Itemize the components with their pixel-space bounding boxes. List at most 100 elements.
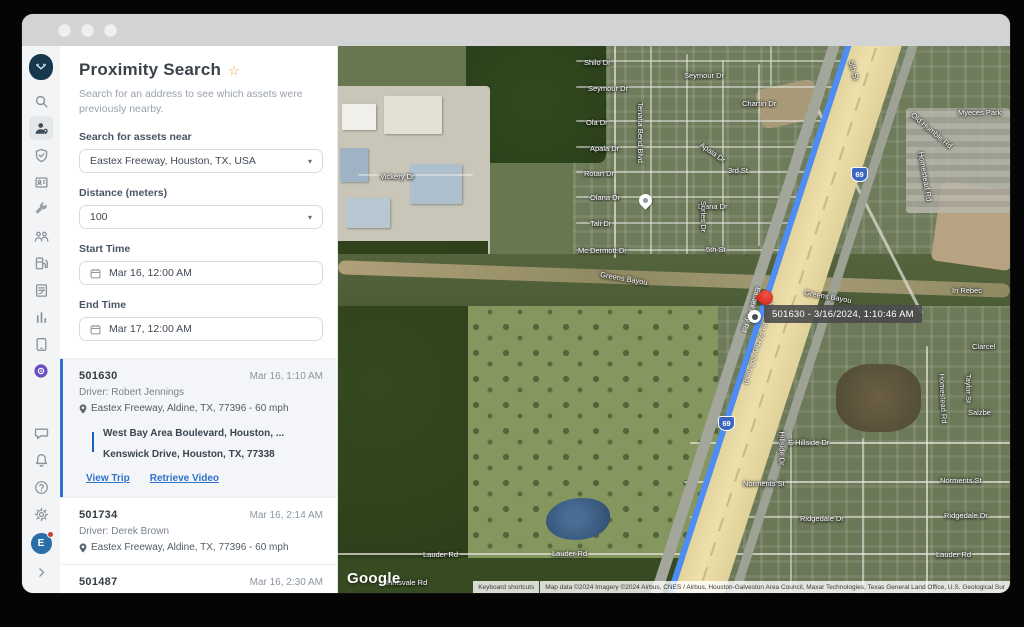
end-time-value: Mar 17, 12:00 AM bbox=[109, 323, 312, 335]
window-close-button[interactable] bbox=[58, 24, 71, 37]
map-road-label: E Hillside Dr bbox=[788, 438, 829, 447]
map-road-label: Tenaha Bend Blvd bbox=[636, 102, 645, 163]
favorite-star-icon[interactable]: ☆ bbox=[228, 63, 240, 79]
app-window: E Proximity Search ☆ Search for an addre… bbox=[22, 14, 1010, 593]
retrieve-video-link[interactable]: Retrieve Video bbox=[150, 473, 219, 484]
map-road-label: Myeces Park bbox=[958, 108, 1001, 117]
asset-address: Eastex Freeway, Aldine, TX, 77396 - 60 m… bbox=[91, 542, 289, 553]
assets-near-label: Search for assets near bbox=[79, 131, 323, 143]
sidebar-item-drivers-people-icon[interactable] bbox=[29, 224, 53, 248]
distance-value: 100 bbox=[90, 211, 302, 223]
result-item-501734[interactable]: 501734 Mar 16, 2:14 AM Driver: Derek Bro… bbox=[60, 497, 337, 564]
sidebar-item-proximity-search[interactable] bbox=[29, 116, 53, 140]
map-road-label: Olana Dr bbox=[590, 193, 620, 202]
map-road-label: Ridgedale Dr bbox=[800, 514, 844, 523]
map-road-label: Seymour Dr bbox=[588, 84, 628, 93]
asset-time: Mar 16, 2:30 AM bbox=[250, 577, 323, 588]
map-road-label: Apala Dr bbox=[590, 144, 619, 153]
asset-time: Mar 16, 1:10 AM bbox=[250, 371, 323, 382]
map-road-label: 3rd St bbox=[728, 166, 748, 175]
assets-near-select[interactable]: Eastex Freeway, Houston, TX, USA ▾ bbox=[79, 149, 323, 173]
window-titlebar[interactable] bbox=[22, 14, 1010, 46]
interstate-69-shield: 69 bbox=[718, 416, 735, 431]
help-question-icon[interactable] bbox=[29, 475, 53, 499]
map-road-label: In Rebec bbox=[952, 286, 982, 295]
window-minimize-button[interactable] bbox=[81, 24, 94, 37]
start-time-input[interactable]: Mar 16, 12:00 AM bbox=[79, 261, 323, 285]
notifications-bell-icon[interactable] bbox=[29, 448, 53, 472]
map-road-label: Tali Dr bbox=[590, 219, 611, 228]
window-maximize-button[interactable] bbox=[104, 24, 117, 37]
distance-select[interactable]: 100 ▾ bbox=[79, 205, 323, 229]
asset-id: 501630 bbox=[79, 370, 118, 382]
map-road-label: Norments St bbox=[940, 476, 982, 485]
map-road-label: Taylor St bbox=[964, 374, 973, 403]
map-road-label: Rotan Dr bbox=[584, 169, 614, 178]
collapse-chevron-right-icon[interactable] bbox=[29, 560, 53, 584]
trip-end-address: West Bay Area Boulevard, Houston, ... bbox=[103, 428, 284, 439]
map-cleared-field bbox=[836, 364, 921, 432]
result-item-501630[interactable]: 501630 Mar 16, 1:10 AM Driver: Robert Je… bbox=[60, 358, 337, 497]
search-icon[interactable] bbox=[29, 89, 53, 113]
map-road-label: Chartin Dr bbox=[742, 99, 776, 108]
asset-point-marker[interactable] bbox=[748, 310, 761, 323]
start-time-label: Start Time bbox=[79, 243, 323, 255]
asset-address: Eastex Freeway, Aldine, TX, 77396 - 60 m… bbox=[91, 403, 289, 414]
map-road-label: Surles Dr bbox=[699, 201, 708, 232]
search-results-list: 501630 Mar 16, 1:10 AM Driver: Robert Je… bbox=[60, 358, 337, 593]
chevron-down-icon: ▾ bbox=[308, 213, 312, 222]
sidebar-item-fuel-icon[interactable] bbox=[29, 251, 53, 275]
map-road-label: 5th St bbox=[706, 245, 726, 254]
sidebar-item-forms-document-icon[interactable] bbox=[29, 278, 53, 302]
map-industrial-area bbox=[338, 86, 490, 256]
app-logo-owl-icon[interactable] bbox=[29, 54, 53, 80]
sidebar-item-devices-tablet-icon[interactable] bbox=[29, 332, 53, 356]
satellite-map[interactable]: Interstate 69 Hwy (toll road) Eastex Fwy… bbox=[338, 46, 1010, 593]
trip-summary: B West Bay Area Boulevard, Houston, ... … bbox=[86, 423, 323, 465]
driver-name: Driver: Derek Brown bbox=[79, 526, 323, 537]
asset-id: 501487 bbox=[79, 576, 118, 588]
view-trip-link[interactable]: View Trip bbox=[86, 473, 130, 484]
proximity-search-panel: Proximity Search ☆ Search for an address… bbox=[60, 46, 338, 593]
sidebar-item-apps-purple-icon[interactable] bbox=[29, 359, 53, 383]
settings-gear-icon[interactable] bbox=[29, 502, 53, 526]
sidebar-item-reports-bar-chart-icon[interactable] bbox=[29, 305, 53, 329]
nav-sidebar: E bbox=[22, 46, 60, 593]
map-road-label: Lauder Rd bbox=[936, 550, 971, 559]
calendar-icon bbox=[90, 324, 101, 335]
trip-route-line bbox=[92, 432, 94, 452]
map-road-label: Clarcel bbox=[972, 342, 995, 351]
page-title: Proximity Search bbox=[79, 60, 221, 80]
user-avatar[interactable]: E bbox=[31, 533, 52, 554]
feedback-chat-icon[interactable] bbox=[29, 421, 53, 445]
avatar-initial: E bbox=[38, 538, 45, 549]
location-pin-icon bbox=[79, 543, 87, 553]
result-item-501487[interactable]: 501487 Mar 16, 2:30 AM Driver: Allen Irv… bbox=[60, 564, 337, 593]
map-road-label: Salzbe bbox=[968, 408, 991, 417]
page-description: Search for an address to see which asset… bbox=[79, 87, 309, 117]
driver-name: Driver: Robert Jennings bbox=[79, 387, 323, 398]
asset-time: Mar 16, 2:14 AM bbox=[250, 510, 323, 521]
sidebar-item-maintenance-wrench-icon[interactable] bbox=[29, 197, 53, 221]
location-pin-icon bbox=[79, 404, 87, 414]
keyboard-shortcuts-link[interactable]: Keyboard shortcuts bbox=[473, 581, 539, 593]
map-road-label: Shilo Dr bbox=[584, 58, 611, 67]
start-time-value: Mar 16, 12:00 AM bbox=[109, 267, 312, 279]
asset-tooltip: 501630 - 3/16/2024, 1:10:46 AM bbox=[764, 305, 922, 323]
map-road-label: Ola Dr bbox=[586, 118, 608, 127]
attribution-text: Map data ©2024 Imagery ©2024 Airbus, CNE… bbox=[540, 581, 1010, 593]
map-road-label: Mc Dermott Dr bbox=[578, 246, 627, 255]
interstate-69-shield: 69 bbox=[851, 167, 868, 182]
end-time-input[interactable]: Mar 17, 12:00 AM bbox=[79, 317, 323, 341]
map-road-label: Lauder Rd bbox=[423, 550, 458, 559]
map-road-label: Lauder Rd bbox=[552, 549, 587, 558]
map-road-label: Seymour Dr bbox=[684, 71, 724, 80]
calendar-icon bbox=[90, 268, 101, 279]
sidebar-item-safety-shield-icon[interactable] bbox=[29, 143, 53, 167]
end-time-label: End Time bbox=[79, 299, 323, 311]
map-road-label: Norments St bbox=[743, 479, 785, 488]
google-logo[interactable]: Google bbox=[347, 570, 400, 587]
sidebar-item-id-card-icon[interactable] bbox=[29, 170, 53, 194]
notification-dot bbox=[47, 531, 54, 538]
chevron-down-icon: ▾ bbox=[308, 157, 312, 166]
